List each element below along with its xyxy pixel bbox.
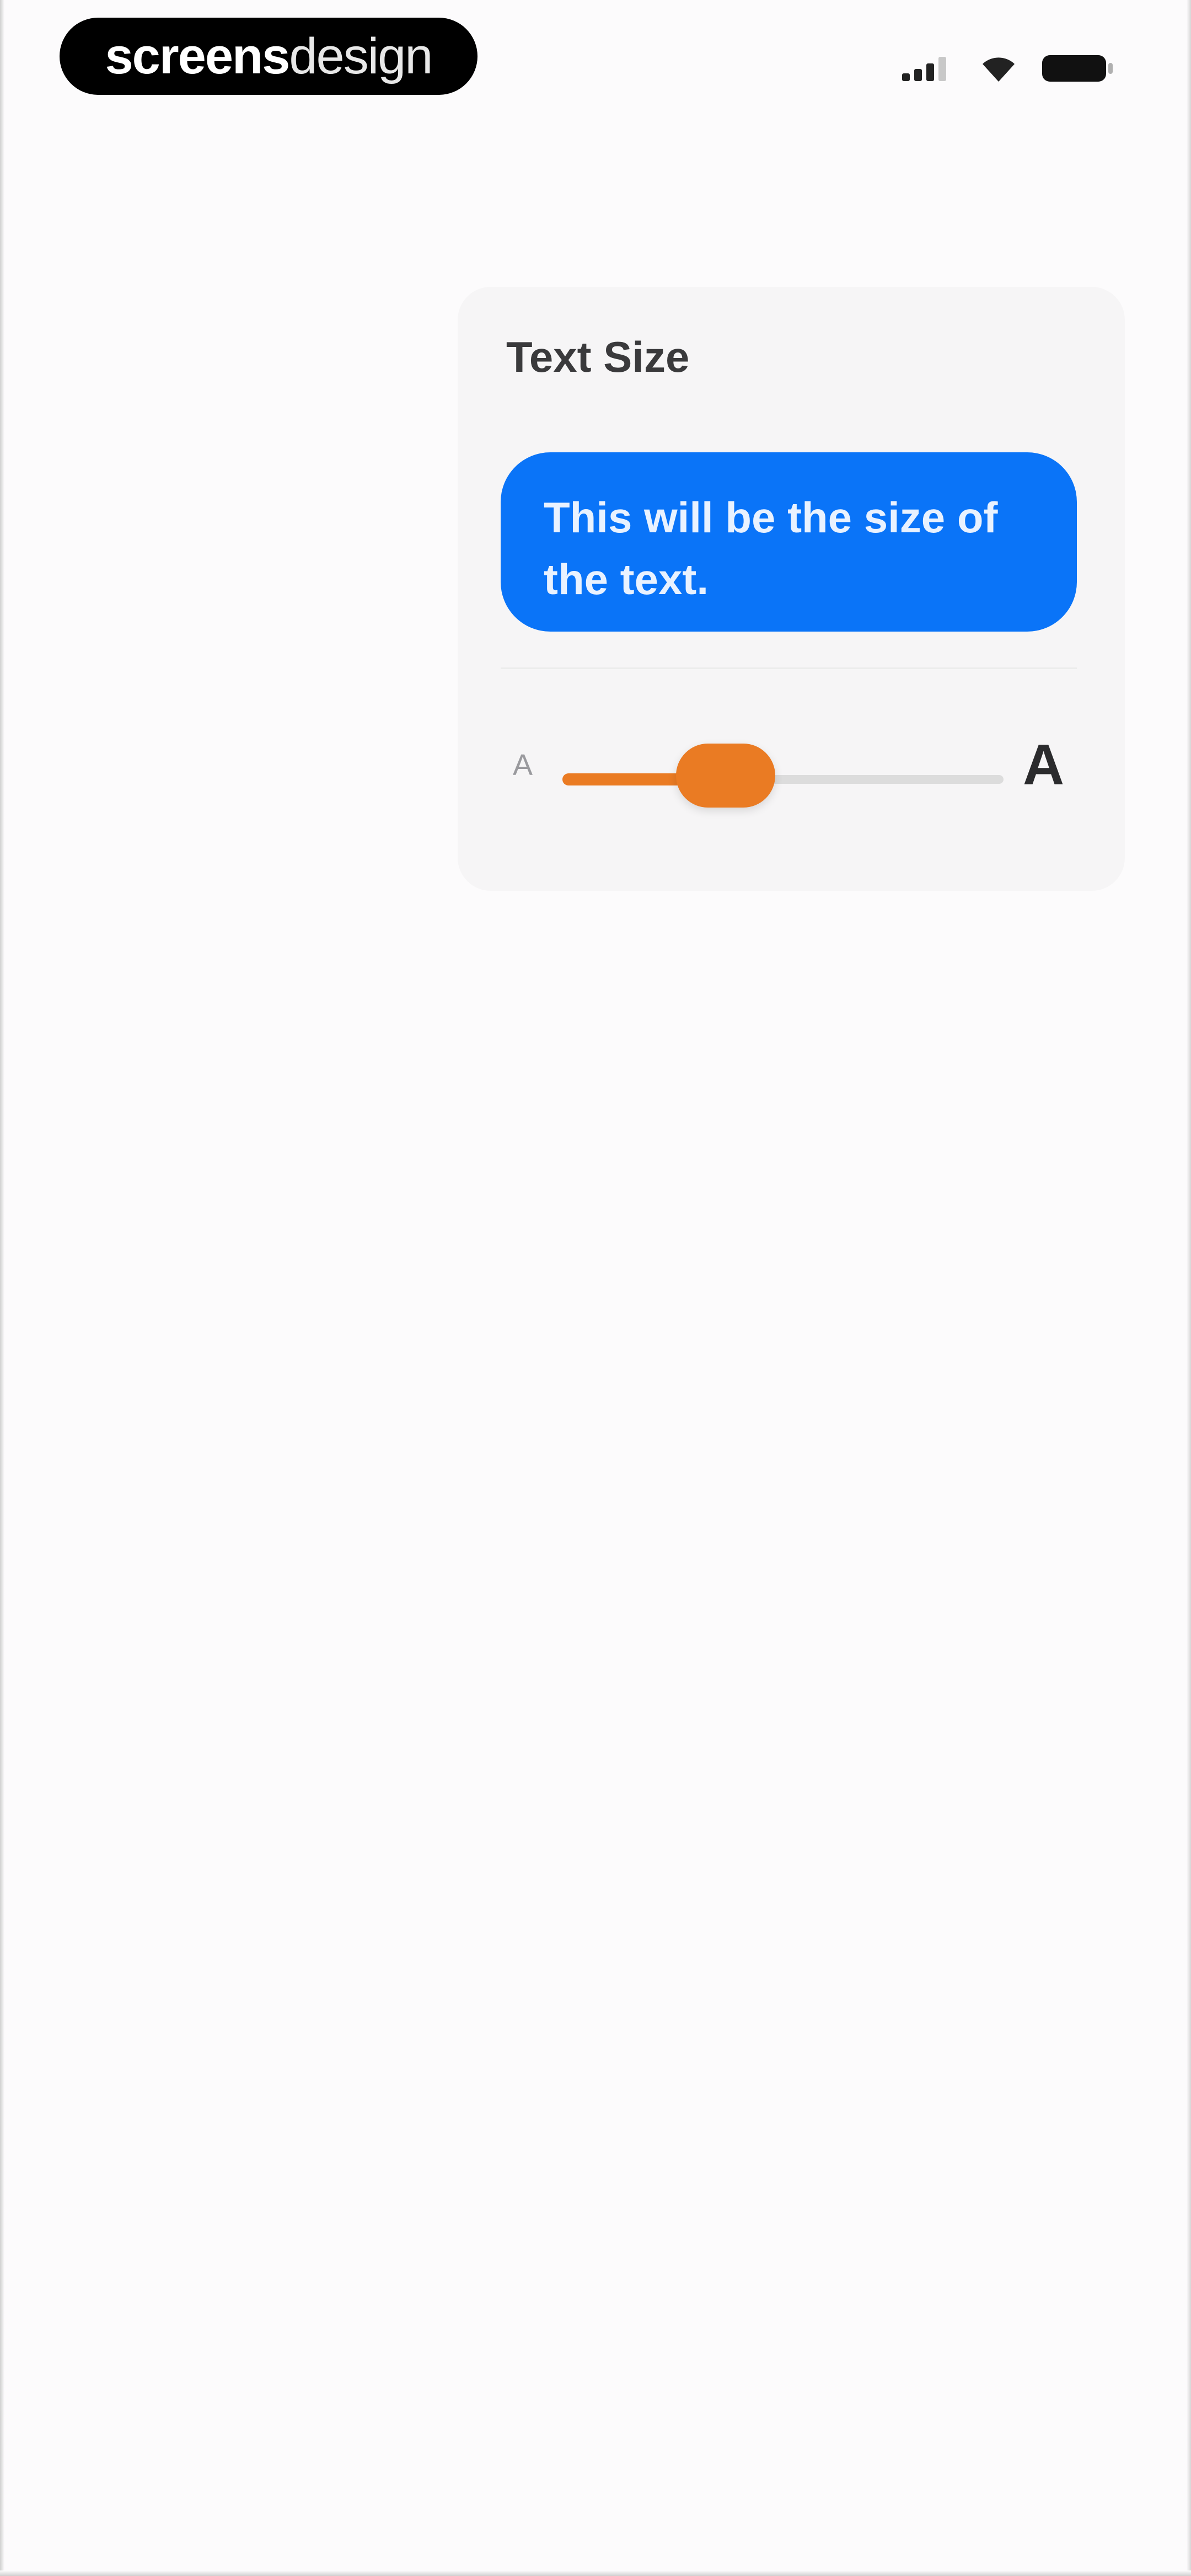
cellular-signal-icon	[901, 55, 956, 82]
slider-thumb[interactable]	[676, 744, 775, 808]
card-divider	[501, 667, 1077, 669]
screen-right-edge	[1187, 0, 1191, 2576]
preview-message-bubble: This will be the size of the text.	[501, 452, 1077, 632]
small-text-size-label: A	[513, 749, 533, 782]
text-size-slider[interactable]	[562, 744, 1004, 815]
wifi-icon	[980, 54, 1017, 83]
text-size-title: Text Size	[506, 333, 690, 381]
watermark-logo: screensdesign	[60, 18, 478, 95]
watermark-text: screensdesign	[105, 28, 433, 84]
watermark-brand-bold: screens	[105, 28, 291, 84]
status-bar	[901, 51, 1114, 86]
screen-left-edge	[0, 0, 4, 2576]
battery-icon	[1041, 53, 1114, 84]
large-text-size-label: A	[1023, 733, 1065, 797]
text-size-card: Text Size This will be the size of the t…	[458, 287, 1125, 891]
screen-bottom-edge	[0, 2570, 1191, 2576]
watermark-brand-light: design	[289, 28, 433, 84]
